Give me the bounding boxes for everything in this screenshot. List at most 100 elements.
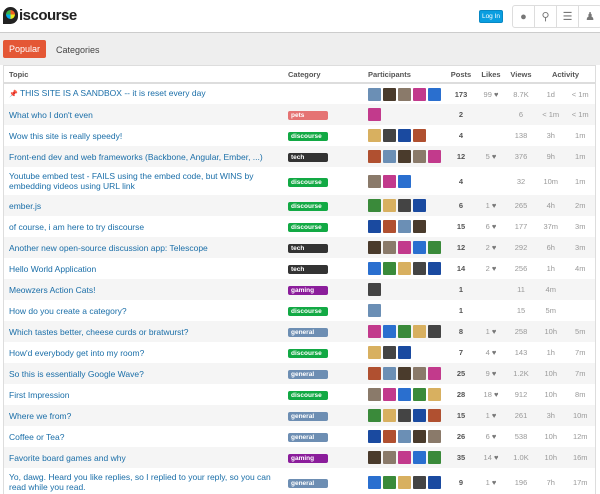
category-badge[interactable]: general [288,478,328,488]
topic-row[interactable]: Wow this site is really speedy! discours… [4,125,595,146]
avatar[interactable] [398,367,411,380]
last-activity[interactable]: 1m [566,167,596,195]
avatar[interactable] [413,199,426,212]
posts-count[interactable]: 4 [446,125,476,146]
category-badge[interactable]: general [288,370,328,379]
category-badge[interactable]: discourse [288,349,328,358]
topic-row[interactable]: Hello World Application tech 14 2 ♥ 256 … [4,258,595,279]
avatar[interactable] [398,262,411,275]
topic-row[interactable]: ember.js discourse 6 1 ♥ 265 4h 2m [4,195,595,216]
posts-count[interactable]: 15 [446,216,476,237]
avatar[interactable] [413,87,426,101]
topic-title[interactable]: Youtube embed test - FAILS using the emb… [9,171,253,191]
avatar[interactable] [413,241,426,254]
avatar[interactable] [383,199,396,212]
menu-icon[interactable]: ☰ [557,6,579,27]
avatar[interactable] [368,475,381,489]
avatar[interactable] [428,409,441,422]
avatar[interactable] [383,174,396,188]
topic-title[interactable]: Hello World Application [9,264,96,274]
posts-count[interactable]: 14 [446,258,476,279]
topic-title[interactable]: Favorite board games and why [9,453,126,463]
col-category[interactable]: Category [286,66,366,84]
avatar[interactable] [413,430,426,443]
col-activity[interactable]: Activity [536,66,595,84]
avatar[interactable] [398,325,411,338]
category-badge[interactable]: discourse [288,177,328,187]
avatar[interactable] [428,241,441,254]
avatar[interactable] [383,150,396,163]
topic-title[interactable]: Where we from? [9,411,71,421]
posts-count[interactable]: 8 [446,321,476,342]
last-activity[interactable]: < 1m [565,104,595,125]
avatar[interactable] [428,367,441,380]
category-badge[interactable]: general [288,412,328,421]
tab-popular[interactable]: Popular [3,40,46,58]
last-activity[interactable]: 12m [566,426,596,447]
avatar[interactable] [368,262,381,275]
avatar[interactable] [368,430,381,443]
topic-row[interactable]: 📌 THIS SITE IS A SANDBOX -- it is reset … [4,83,595,104]
col-likes[interactable]: Likes [476,66,506,84]
topic-row[interactable]: Favorite board games and why gaming 35 1… [4,447,595,468]
topic-row[interactable]: Which tastes better, cheese curds or bra… [4,321,595,342]
avatar[interactable] [398,87,411,101]
topic-title[interactable]: THIS SITE IS A SANDBOX -- it is reset ev… [20,88,206,98]
avatar[interactable] [368,241,381,254]
search-icon[interactable]: ⚲ [535,6,557,27]
posts-count[interactable]: 7 [446,342,476,363]
avatar[interactable] [383,241,396,254]
last-activity[interactable]: 1m [565,146,595,167]
avatar[interactable] [413,451,426,464]
category-badge[interactable]: discourse [288,132,328,141]
created-age[interactable]: 37m [536,216,566,237]
avatar[interactable] [428,475,441,489]
avatar[interactable] [368,283,381,296]
posts-count[interactable]: 6 [446,195,476,216]
topic-row[interactable]: of course, i am here to try discourse di… [4,216,595,237]
col-views[interactable]: Views [506,66,536,84]
avatar[interactable] [428,451,441,464]
avatar[interactable] [383,367,396,380]
avatar[interactable] [428,325,441,338]
avatar[interactable] [398,199,411,212]
avatar[interactable] [398,241,411,254]
avatar[interactable] [428,262,441,275]
topic-title[interactable]: Meowzers Action Cats! [9,285,95,295]
avatar[interactable] [383,129,396,142]
login-button[interactable]: Log In [479,10,503,23]
created-age[interactable]: 4h [536,195,566,216]
topic-row[interactable]: How do you create a category? discourse … [4,300,595,321]
last-activity[interactable]: 3m [565,237,595,258]
user-icon[interactable]: ♟ [579,6,600,27]
avatar[interactable] [413,475,426,489]
created-age[interactable]: 3h [536,125,566,146]
avatar[interactable] [398,220,411,233]
avatar[interactable] [368,199,381,212]
category-badge[interactable]: general [288,433,328,442]
category-badge[interactable]: discourse [288,223,328,232]
created-age[interactable]: 7h [536,468,566,494]
avatar[interactable] [368,150,381,163]
category-badge[interactable]: discourse [288,202,328,211]
avatar[interactable] [398,388,411,401]
avatar[interactable] [413,129,426,142]
created-age[interactable]: 10h [536,384,566,405]
avatar[interactable] [368,174,381,188]
avatar[interactable] [398,150,411,163]
topic-title[interactable]: of course, i am here to try discourse [9,222,144,232]
posts-count[interactable]: 25 [446,363,476,384]
topic-row[interactable]: How'd everybody get into my room? discou… [4,342,595,363]
avatar[interactable] [368,87,381,101]
topic-title[interactable]: So this is essentially Google Wave? [9,369,144,379]
topic-row[interactable]: Another new open-source discussion app: … [4,237,595,258]
topic-title[interactable]: Which tastes better, cheese curds or bra… [9,327,189,337]
avatar[interactable] [398,409,411,422]
posts-count[interactable]: 15 [446,405,476,426]
last-activity[interactable]: 8m [566,384,596,405]
avatar[interactable] [383,325,396,338]
avatar[interactable] [368,346,381,359]
topic-title[interactable]: Wow this site is really speedy! [9,131,122,141]
avatar[interactable] [428,87,441,101]
last-activity[interactable]: 4m [566,258,596,279]
